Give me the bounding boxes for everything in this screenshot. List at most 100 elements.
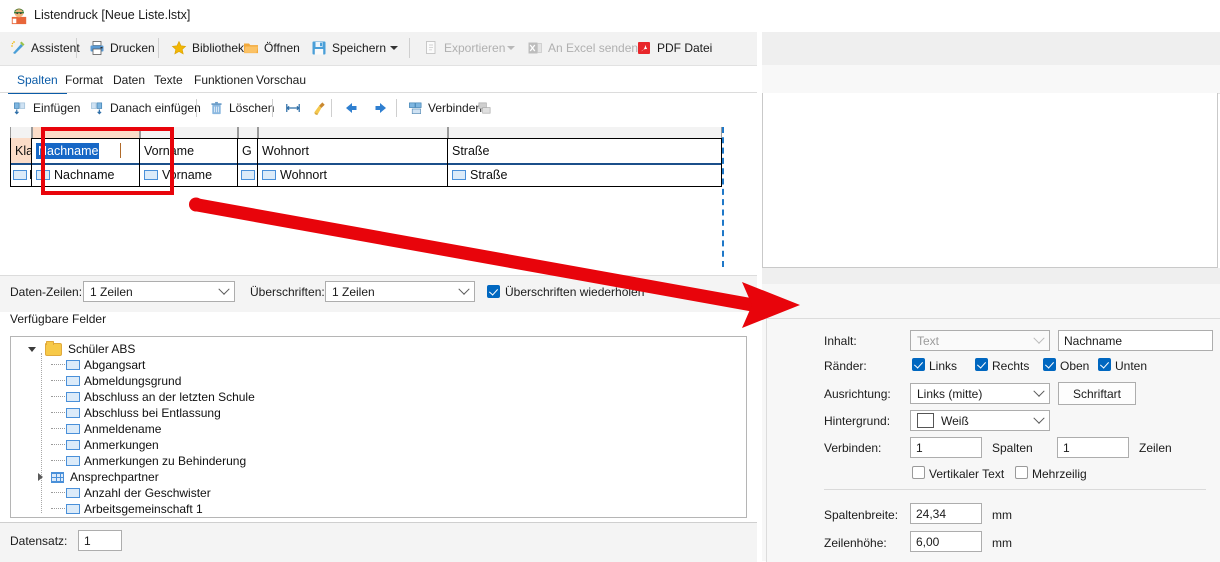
merge-columns-input[interactable]: 1 <box>910 437 982 458</box>
tree-node-abschluss-entlassung[interactable]: Abschluss bei Entlassung <box>11 405 221 421</box>
tab-label: Daten <box>113 73 146 87</box>
tree-node-label: Anmeldename <box>84 422 162 436</box>
tree-node-abschluss-letzte-schule[interactable]: Abschluss an der letzten Schule <box>11 389 255 405</box>
border-left-label: Links <box>929 359 958 373</box>
tab-label: Format <box>65 73 104 87</box>
toolbar-button-move-left[interactable] <box>338 95 364 121</box>
toolbar-separator <box>272 99 273 117</box>
chevron-down-icon <box>1029 412 1049 425</box>
column-width-value: 24,34 <box>916 506 947 521</box>
field-chip-icon <box>13 169 27 180</box>
chevron-down-icon <box>1029 385 1049 398</box>
tree-node-anmerkungen[interactable]: Anmerkungen <box>11 437 159 453</box>
row-height-label: Zeilenhöhe: <box>824 536 887 550</box>
save-dropdown-button[interactable] <box>386 35 402 61</box>
chevron-down-icon[interactable] <box>25 346 39 352</box>
properties-divider <box>824 489 1206 490</box>
multiline-checkbox[interactable] <box>1015 466 1028 479</box>
merge-rows-unit: Zeilen <box>1139 441 1172 455</box>
tree-node-label: Anzahl der Geschwister <box>84 486 211 500</box>
toolbar-button-assistent[interactable]: Assistent <box>4 35 86 61</box>
tab-vorschau[interactable]: Vorschau <box>247 68 315 92</box>
toolbar-button-exportieren[interactable]: Exportieren <box>417 35 511 61</box>
data-cell-3[interactable] <box>238 163 258 186</box>
headings-select[interactable]: 1 Zeilen <box>325 281 475 302</box>
tree-node-ansprechpartner[interactable]: Ansprechpartner <box>11 469 159 485</box>
alignment-select[interactable]: Links (mitte) <box>910 383 1050 404</box>
field-chip-icon <box>262 169 276 180</box>
toolbar-button-danach-einfuegen[interactable]: Danach einfügen <box>85 95 206 121</box>
folder-icon <box>45 340 62 356</box>
tree-node-anzahl-geschwister[interactable]: Anzahl der Geschwister <box>11 485 211 501</box>
data-rows-select[interactable]: 1 Zeilen <box>83 281 235 302</box>
data-cell-0[interactable]: K. <box>10 163 32 186</box>
toolbar-button-einfuegen[interactable]: Einfügen <box>8 95 85 121</box>
tree-node-schueler-abs[interactable]: Schüler ABS <box>11 340 135 357</box>
toolbar-button-pdf-datei[interactable]: PDF Datei <box>630 35 718 61</box>
header-cell-3[interactable]: G <box>238 138 258 163</box>
tab-bar-divider <box>0 92 757 93</box>
floppy-disk-icon <box>312 41 326 55</box>
headings-value: 1 Zeilen <box>332 284 375 299</box>
properties-panel: Inhalt: Text Nachname Ränder: Links Rech… <box>762 284 1220 562</box>
export-dropdown-button[interactable] <box>503 35 519 61</box>
toolbar-button-an-excel-senden[interactable]: An Excel senden <box>521 35 644 61</box>
border-top-checkbox[interactable] <box>1043 358 1056 371</box>
tree-node-abgangsart[interactable]: Abgangsart <box>11 357 145 373</box>
record-input[interactable]: 1 <box>78 530 122 551</box>
column-width-input[interactable]: 24,34 <box>910 503 982 524</box>
data-cell-text: Straße <box>470 167 508 182</box>
chevron-right-icon[interactable] <box>33 473 47 481</box>
tree-node-arbeitsgemeinschaft-1[interactable]: Arbeitsgemeinschaft 1 <box>11 501 203 517</box>
data-cell-5[interactable]: Straße <box>448 163 722 186</box>
properties-window-tabs <box>762 65 1220 94</box>
insert-column-after-icon <box>91 102 103 114</box>
header-cell-4[interactable]: Wohnort <box>258 138 448 163</box>
column-width-unit: mm <box>992 508 1012 522</box>
column-grip-0[interactable] <box>10 127 32 138</box>
border-right-checkbox[interactable] <box>975 358 988 371</box>
alignment-label: Ausrichtung: <box>824 387 891 401</box>
tab-label: Spalten <box>17 73 58 87</box>
font-button[interactable]: Schriftart <box>1058 382 1136 405</box>
tree-node-anmeldename[interactable]: Anmeldename <box>11 421 161 437</box>
header-cell-text: Straße <box>452 143 490 158</box>
tree-node-anmerkungen-behinderung[interactable]: Anmerkungen zu Behinderung <box>11 453 246 469</box>
split-cells-icon <box>478 102 491 114</box>
tree-connector <box>51 492 65 494</box>
toolbar-button-move-right[interactable] <box>368 95 394 121</box>
export-icon <box>426 41 436 54</box>
field-icon <box>66 504 80 514</box>
border-left-checkbox[interactable] <box>912 358 925 371</box>
column-grip-4[interactable] <box>258 127 448 138</box>
header-cell-0[interactable]: Kla... <box>10 138 32 163</box>
vertical-text-checkbox[interactable] <box>912 466 925 479</box>
column-width-label: Spaltenbreite: <box>824 508 899 522</box>
background-select[interactable]: Weiß <box>910 410 1050 431</box>
toolbar-button-loeschen[interactable]: Löschen <box>204 95 279 121</box>
toolbar-button-oeffnen[interactable]: Öffnen <box>237 35 306 61</box>
repeat-headings-checkbox[interactable] <box>487 285 500 298</box>
columns-toolbar: Einfügen Danach einfügen Löschen Verbind… <box>0 95 757 121</box>
merge-rows-input[interactable]: 1 <box>1057 437 1129 458</box>
toolbar-button-drucken[interactable]: Drucken <box>83 35 161 61</box>
arrow-left-icon <box>346 103 357 113</box>
toolbar-button-clear-format[interactable] <box>307 95 333 121</box>
tree-node-abmeldungsgrund[interactable]: Abmeldungsgrund <box>11 373 181 389</box>
toolbar-button-split-cells[interactable] <box>472 95 497 121</box>
field-icon <box>66 488 80 498</box>
column-grip-3[interactable] <box>238 127 258 138</box>
row-height-input[interactable]: 6,00 <box>910 531 982 552</box>
content-value-input[interactable]: Nachname <box>1058 330 1213 351</box>
column-grip-5[interactable] <box>448 127 722 138</box>
content-type-select[interactable]: Text <box>910 330 1050 351</box>
header-cell-5[interactable]: Straße <box>448 138 722 163</box>
available-fields-tree[interactable]: Schüler ABS Abgangsart Abmeldungsgrund A… <box>10 336 747 518</box>
data-cell-4[interactable]: Wohnort <box>258 163 448 186</box>
font-button-label: Schriftart <box>1072 386 1121 401</box>
border-bottom-checkbox[interactable] <box>1098 358 1111 371</box>
tree-node-label: Arbeitsgemeinschaft 1 <box>84 502 203 516</box>
header-cell-text: G <box>242 143 252 158</box>
toolbar-button-speichern[interactable]: Speichern <box>305 35 392 61</box>
toolbar-button-fit-width[interactable] <box>280 95 306 121</box>
